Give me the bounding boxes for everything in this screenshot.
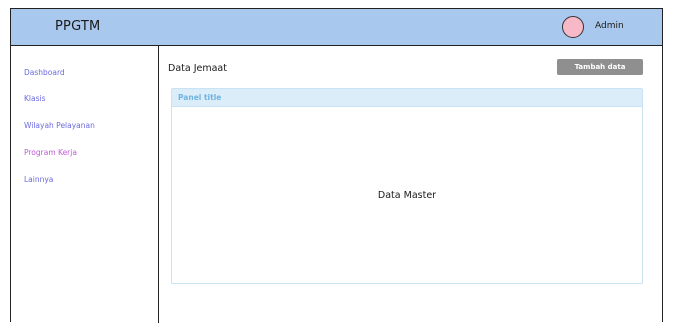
panel-header: Panel title (172, 89, 642, 107)
brand-title[interactable]: PPGTM (55, 19, 100, 34)
app-frame: PPGTM Admin Dashboard Klasis Wilayah Pel… (10, 8, 663, 323)
user-avatar-icon[interactable] (562, 16, 584, 38)
panel-body-text: Data Master (377, 190, 437, 201)
main-content: Data Jemaat Tambah data Panel title Data… (159, 46, 662, 323)
top-navbar: PPGTM Admin (11, 9, 662, 46)
add-data-button[interactable]: Tambah data (557, 59, 643, 75)
page-title: Data Jemaat (168, 63, 227, 74)
sidebar-item-program-kerja[interactable]: Program Kerja (24, 148, 77, 157)
panel-title: Panel title (178, 93, 222, 102)
sidebar-item-klasis[interactable]: Klasis (24, 94, 46, 103)
data-panel: Panel title Data Master (171, 88, 643, 284)
sidebar-item-dashboard[interactable]: Dashboard (24, 68, 65, 77)
sidebar-item-wilayah-pelayanan[interactable]: Wilayah Pelayanan (24, 121, 95, 130)
user-name[interactable]: Admin (595, 21, 624, 31)
sidebar: Dashboard Klasis Wilayah Pelayanan Progr… (11, 46, 159, 323)
sidebar-item-lainnya[interactable]: Lainnya (24, 175, 53, 184)
